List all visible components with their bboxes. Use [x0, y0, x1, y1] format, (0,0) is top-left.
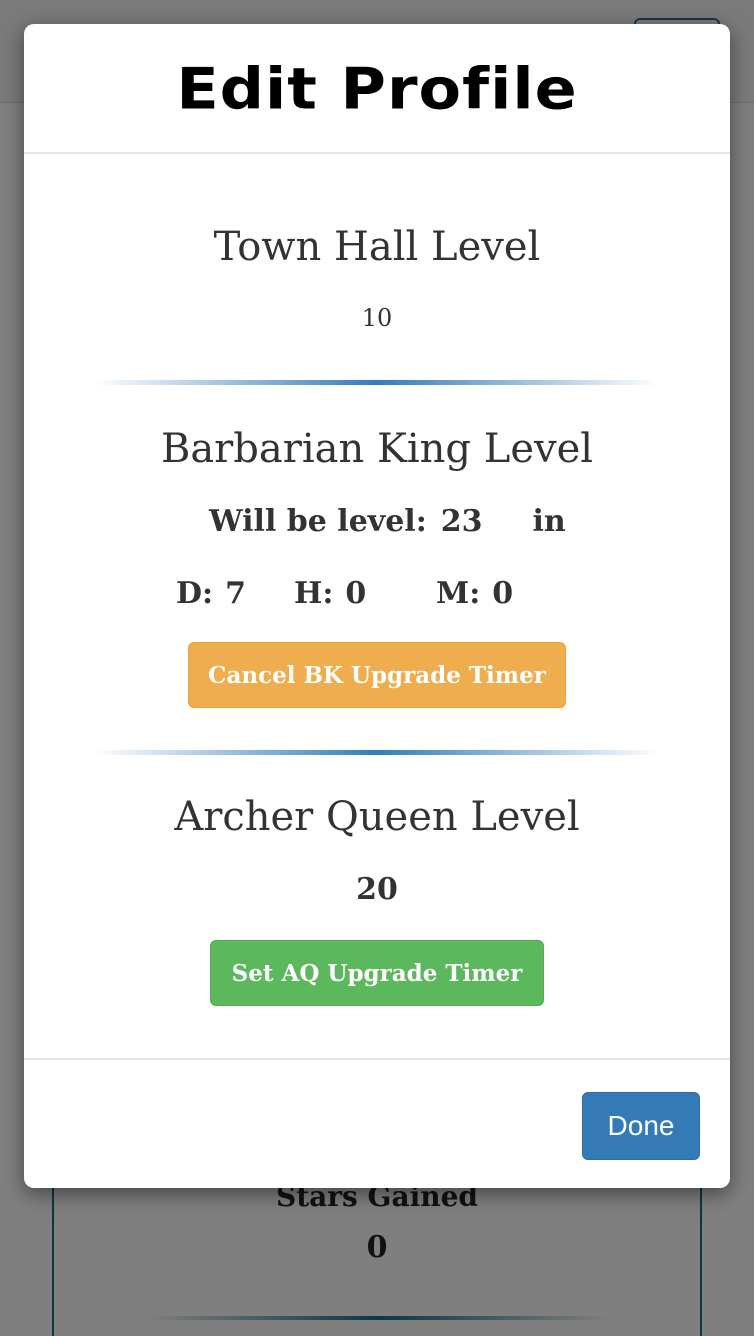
done-button[interactable]: Done — [582, 1092, 700, 1160]
bk-minutes: M: 0 — [436, 576, 513, 611]
bk-days: D: 7 — [176, 576, 246, 611]
cancel-bk-upgrade-timer-button[interactable]: Cancel BK Upgrade Timer — [188, 642, 566, 708]
bk-hours: H: 0 — [294, 576, 366, 611]
bk-minutes-label: M: — [436, 576, 481, 611]
section-divider — [94, 380, 660, 385]
town-hall-title: Town Hall Level — [213, 224, 541, 270]
bk-hours-label: H: — [294, 576, 334, 611]
archer-queen-value[interactable]: 20 — [24, 872, 730, 907]
bk-hours-value: 0 — [345, 576, 367, 611]
bk-days-value: 7 — [225, 576, 246, 611]
modal-header: Edit Profile — [24, 24, 730, 154]
set-aq-upgrade-timer-button[interactable]: Set AQ Upgrade Timer — [210, 940, 544, 1006]
bk-will-be-level: Will be level: 23 in — [209, 504, 566, 539]
edit-profile-modal: Edit Profile Town Hall Level 10 Barbaria… — [24, 24, 730, 1188]
bk-will-be-label: Will be level: — [209, 504, 427, 539]
bk-minutes-value: 0 — [492, 576, 514, 611]
section-divider — [94, 750, 660, 755]
modal-footer: Done — [24, 1058, 730, 1188]
bk-in-label: in — [532, 504, 566, 539]
bk-will-be-value: 23 — [440, 504, 483, 539]
bk-days-label: D: — [176, 576, 214, 611]
town-hall-value[interactable]: 10 — [24, 304, 730, 332]
modal-title: Edit Profile — [176, 54, 578, 123]
archer-queen-title: Archer Queen Level — [174, 794, 580, 840]
barbarian-king-title: Barbarian King Level — [160, 426, 594, 472]
